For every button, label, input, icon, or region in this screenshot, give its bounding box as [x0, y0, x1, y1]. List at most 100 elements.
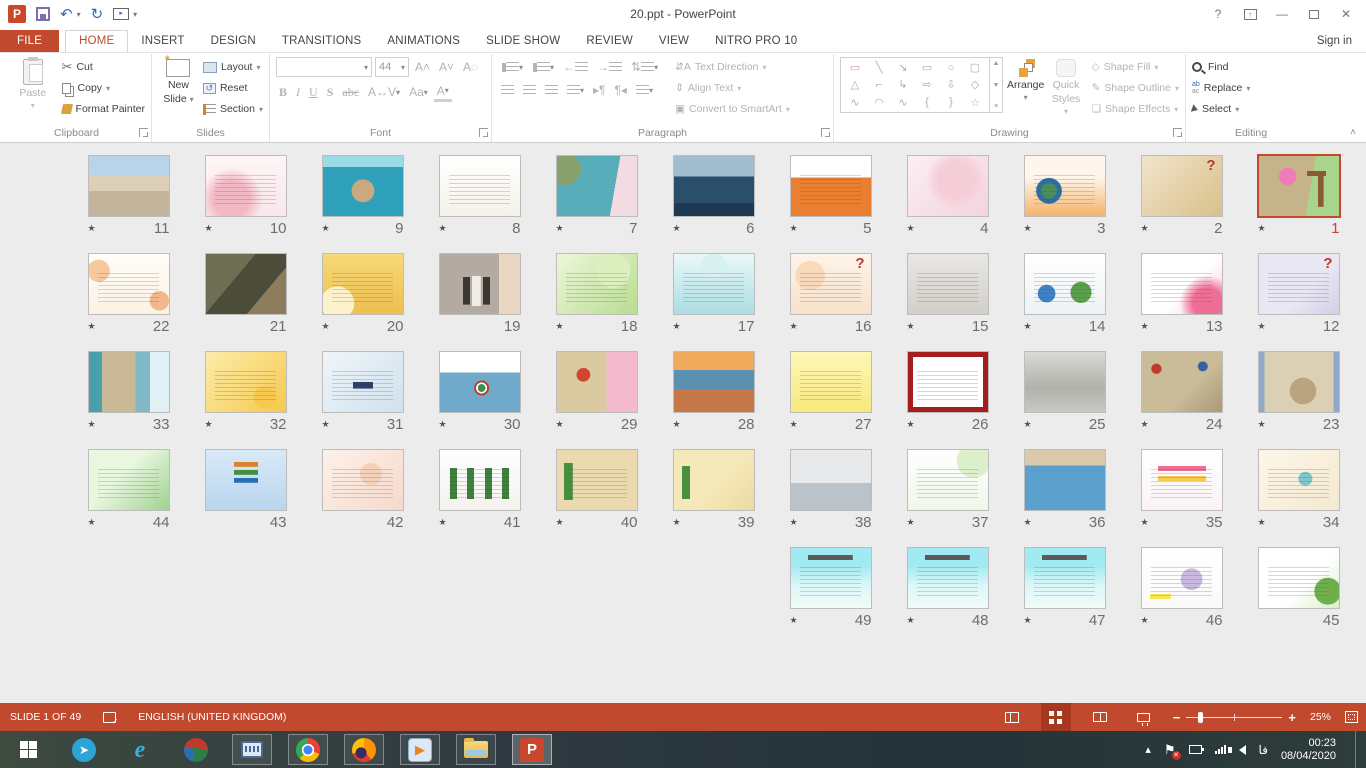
- tab-view[interactable]: VIEW: [646, 31, 702, 52]
- slide-thumbnail-48[interactable]: [907, 547, 989, 609]
- drawing-dialog-launcher-icon[interactable]: [1173, 128, 1182, 137]
- slide-thumbnail-29[interactable]: [556, 351, 638, 413]
- spell-check-icon[interactable]: [103, 712, 116, 723]
- increase-indent-icon[interactable]: →: [594, 57, 625, 77]
- text-shadow-icon[interactable]: S: [324, 82, 337, 102]
- slide-thumbnail-4[interactable]: [907, 155, 989, 217]
- collapse-ribbon-icon[interactable]: ˄: [1350, 127, 1356, 138]
- slide-thumbnail-49[interactable]: [790, 547, 872, 609]
- tab-file[interactable]: FILE: [0, 30, 59, 52]
- tab-slide-show[interactable]: SLIDE SHOW: [473, 31, 573, 52]
- fit-slide-to-window-icon[interactable]: [1345, 711, 1358, 723]
- slide-thumbnail-13[interactable]: [1141, 253, 1223, 315]
- slide-thumbnail-40[interactable]: [556, 449, 638, 511]
- paragraph-dialog-launcher-icon[interactable]: [821, 128, 830, 137]
- copy-button[interactable]: Copy▾: [62, 79, 145, 97]
- slide-thumbnail-30[interactable]: [439, 351, 521, 413]
- change-case-icon[interactable]: Aa▾: [406, 82, 431, 102]
- start-button[interactable]: [8, 734, 48, 765]
- justify-icon[interactable]: ▾: [564, 80, 587, 100]
- ltr-direction-icon[interactable]: ▸¶: [590, 80, 608, 100]
- font-size-combo[interactable]: 44▾: [375, 57, 409, 77]
- slide-thumbnail-37[interactable]: [907, 449, 989, 511]
- zoom-slider-thumb[interactable]: [1198, 712, 1203, 723]
- font-dialog-launcher-icon[interactable]: [479, 128, 488, 137]
- shape-outline-button[interactable]: ✎Shape Outline▾: [1092, 79, 1179, 97]
- arrange-button[interactable]: Arrange▾: [1007, 57, 1044, 118]
- customize-qat-icon[interactable]: ▾: [133, 10, 137, 19]
- tab-insert[interactable]: INSERT: [128, 31, 197, 52]
- slide-thumbnail-43[interactable]: [205, 449, 287, 511]
- taskbar-media-player[interactable]: ▶: [400, 734, 440, 765]
- find-button[interactable]: Find: [1192, 58, 1310, 76]
- increase-font-size-icon[interactable]: A˄: [412, 57, 433, 77]
- character-spacing-icon[interactable]: A↔V▾: [365, 82, 403, 102]
- clipboard-dialog-launcher-icon[interactable]: [139, 128, 148, 137]
- shape-gallery[interactable]: ▭╲↘▭○▢ △⌐↳⇨⇩◇ ∿◠∿{}☆: [840, 57, 990, 113]
- slide-thumbnail-22[interactable]: [88, 253, 170, 315]
- shape-fill-button[interactable]: ◇Shape Fill▾: [1092, 58, 1179, 76]
- tab-design[interactable]: DESIGN: [198, 31, 269, 52]
- slide-sorter-view-icon[interactable]: [1041, 703, 1071, 731]
- start-slideshow-icon[interactable]: ▸: [113, 8, 129, 20]
- slide-thumbnail-5[interactable]: [790, 155, 872, 217]
- slide-thumbnail-33[interactable]: [88, 351, 170, 413]
- slide-thumbnail-21[interactable]: [205, 253, 287, 315]
- slide-thumbnail-27[interactable]: [790, 351, 872, 413]
- slide-thumbnail-17[interactable]: [673, 253, 755, 315]
- slide-thumbnail-15[interactable]: [907, 253, 989, 315]
- layout-button[interactable]: Layout▾: [203, 58, 263, 76]
- slide-thumbnail-16[interactable]: ?: [790, 253, 872, 315]
- tab-transitions[interactable]: TRANSITIONS: [269, 31, 375, 52]
- text-direction-button[interactable]: ⇵AText Direction▾: [675, 58, 790, 76]
- zoom-in-icon[interactable]: +: [1288, 710, 1296, 725]
- close-icon[interactable]: ✕: [1332, 4, 1360, 24]
- reading-view-icon[interactable]: [1085, 703, 1115, 731]
- line-spacing-icon[interactable]: ⇅▾: [628, 57, 661, 77]
- action-center-flag-icon[interactable]: ⚑✕: [1164, 742, 1176, 758]
- align-left-icon[interactable]: [498, 80, 517, 100]
- volume-icon[interactable]: [1239, 745, 1246, 755]
- slide-thumbnail-46[interactable]: [1141, 547, 1223, 609]
- rtl-direction-icon[interactable]: ¶◂: [611, 80, 629, 100]
- normal-view-icon[interactable]: [997, 703, 1027, 731]
- slide-thumbnail-35[interactable]: [1141, 449, 1223, 511]
- slide-thumbnail-6[interactable]: [673, 155, 755, 217]
- input-language-indicator[interactable]: فا: [1259, 743, 1268, 757]
- slide-sorter[interactable]: ★11★10★9★8★7★6★5★4★3?★2★1★2221★2019★18★1…: [0, 143, 1366, 703]
- quick-styles-button[interactable]: Quick Styles ▾: [1048, 57, 1083, 118]
- convert-smartart-button[interactable]: ▣Convert to SmartArt▾: [675, 100, 790, 118]
- undo-dropdown-icon[interactable]: ▾: [77, 10, 81, 19]
- bold-icon[interactable]: B: [276, 82, 290, 102]
- slide-thumbnail-24[interactable]: [1141, 351, 1223, 413]
- shape-gallery-scrollbar[interactable]: ▲ ▼ ≡: [990, 57, 1003, 113]
- taskbar-firefox[interactable]: [344, 734, 384, 765]
- numbering-icon[interactable]: ▾: [529, 57, 557, 77]
- zoom-out-icon[interactable]: −: [1173, 710, 1181, 725]
- scroll-down-icon[interactable]: ▼: [993, 82, 1000, 89]
- gallery-more-icon[interactable]: ≡: [994, 103, 998, 110]
- slide-thumbnail-36[interactable]: [1024, 449, 1106, 511]
- taskbar-file-explorer[interactable]: [456, 734, 496, 765]
- slide-thumbnail-18[interactable]: [556, 253, 638, 315]
- slide-thumbnail-32[interactable]: [205, 351, 287, 413]
- bullets-icon[interactable]: ▾: [498, 57, 526, 77]
- undo-icon[interactable]: ↶: [60, 7, 73, 22]
- decrease-font-size-icon[interactable]: A˅: [436, 57, 457, 77]
- slide-thumbnail-42[interactable]: [322, 449, 404, 511]
- slide-thumbnail-39[interactable]: [673, 449, 755, 511]
- tab-animations[interactable]: ANIMATIONS: [374, 31, 473, 52]
- strikethrough-icon[interactable]: abc: [339, 82, 362, 102]
- taskbar-internet-explorer[interactable]: e: [120, 734, 160, 765]
- sign-in-link[interactable]: Sign in: [1303, 31, 1366, 52]
- new-slide-button[interactable]: New Slide ▾: [158, 57, 199, 118]
- battery-icon[interactable]: [1189, 745, 1202, 754]
- slide-thumbnail-47[interactable]: [1024, 547, 1106, 609]
- slide-thumbnail-26[interactable]: [907, 351, 989, 413]
- slide-thumbnail-1[interactable]: [1257, 154, 1341, 218]
- cut-button[interactable]: ✂Cut: [62, 58, 145, 76]
- tab-review[interactable]: REVIEW: [573, 31, 646, 52]
- slide-thumbnail-2[interactable]: ?: [1141, 155, 1223, 217]
- taskbar-on-screen-keyboard[interactable]: [232, 734, 272, 765]
- minimize-icon[interactable]: —: [1268, 4, 1296, 24]
